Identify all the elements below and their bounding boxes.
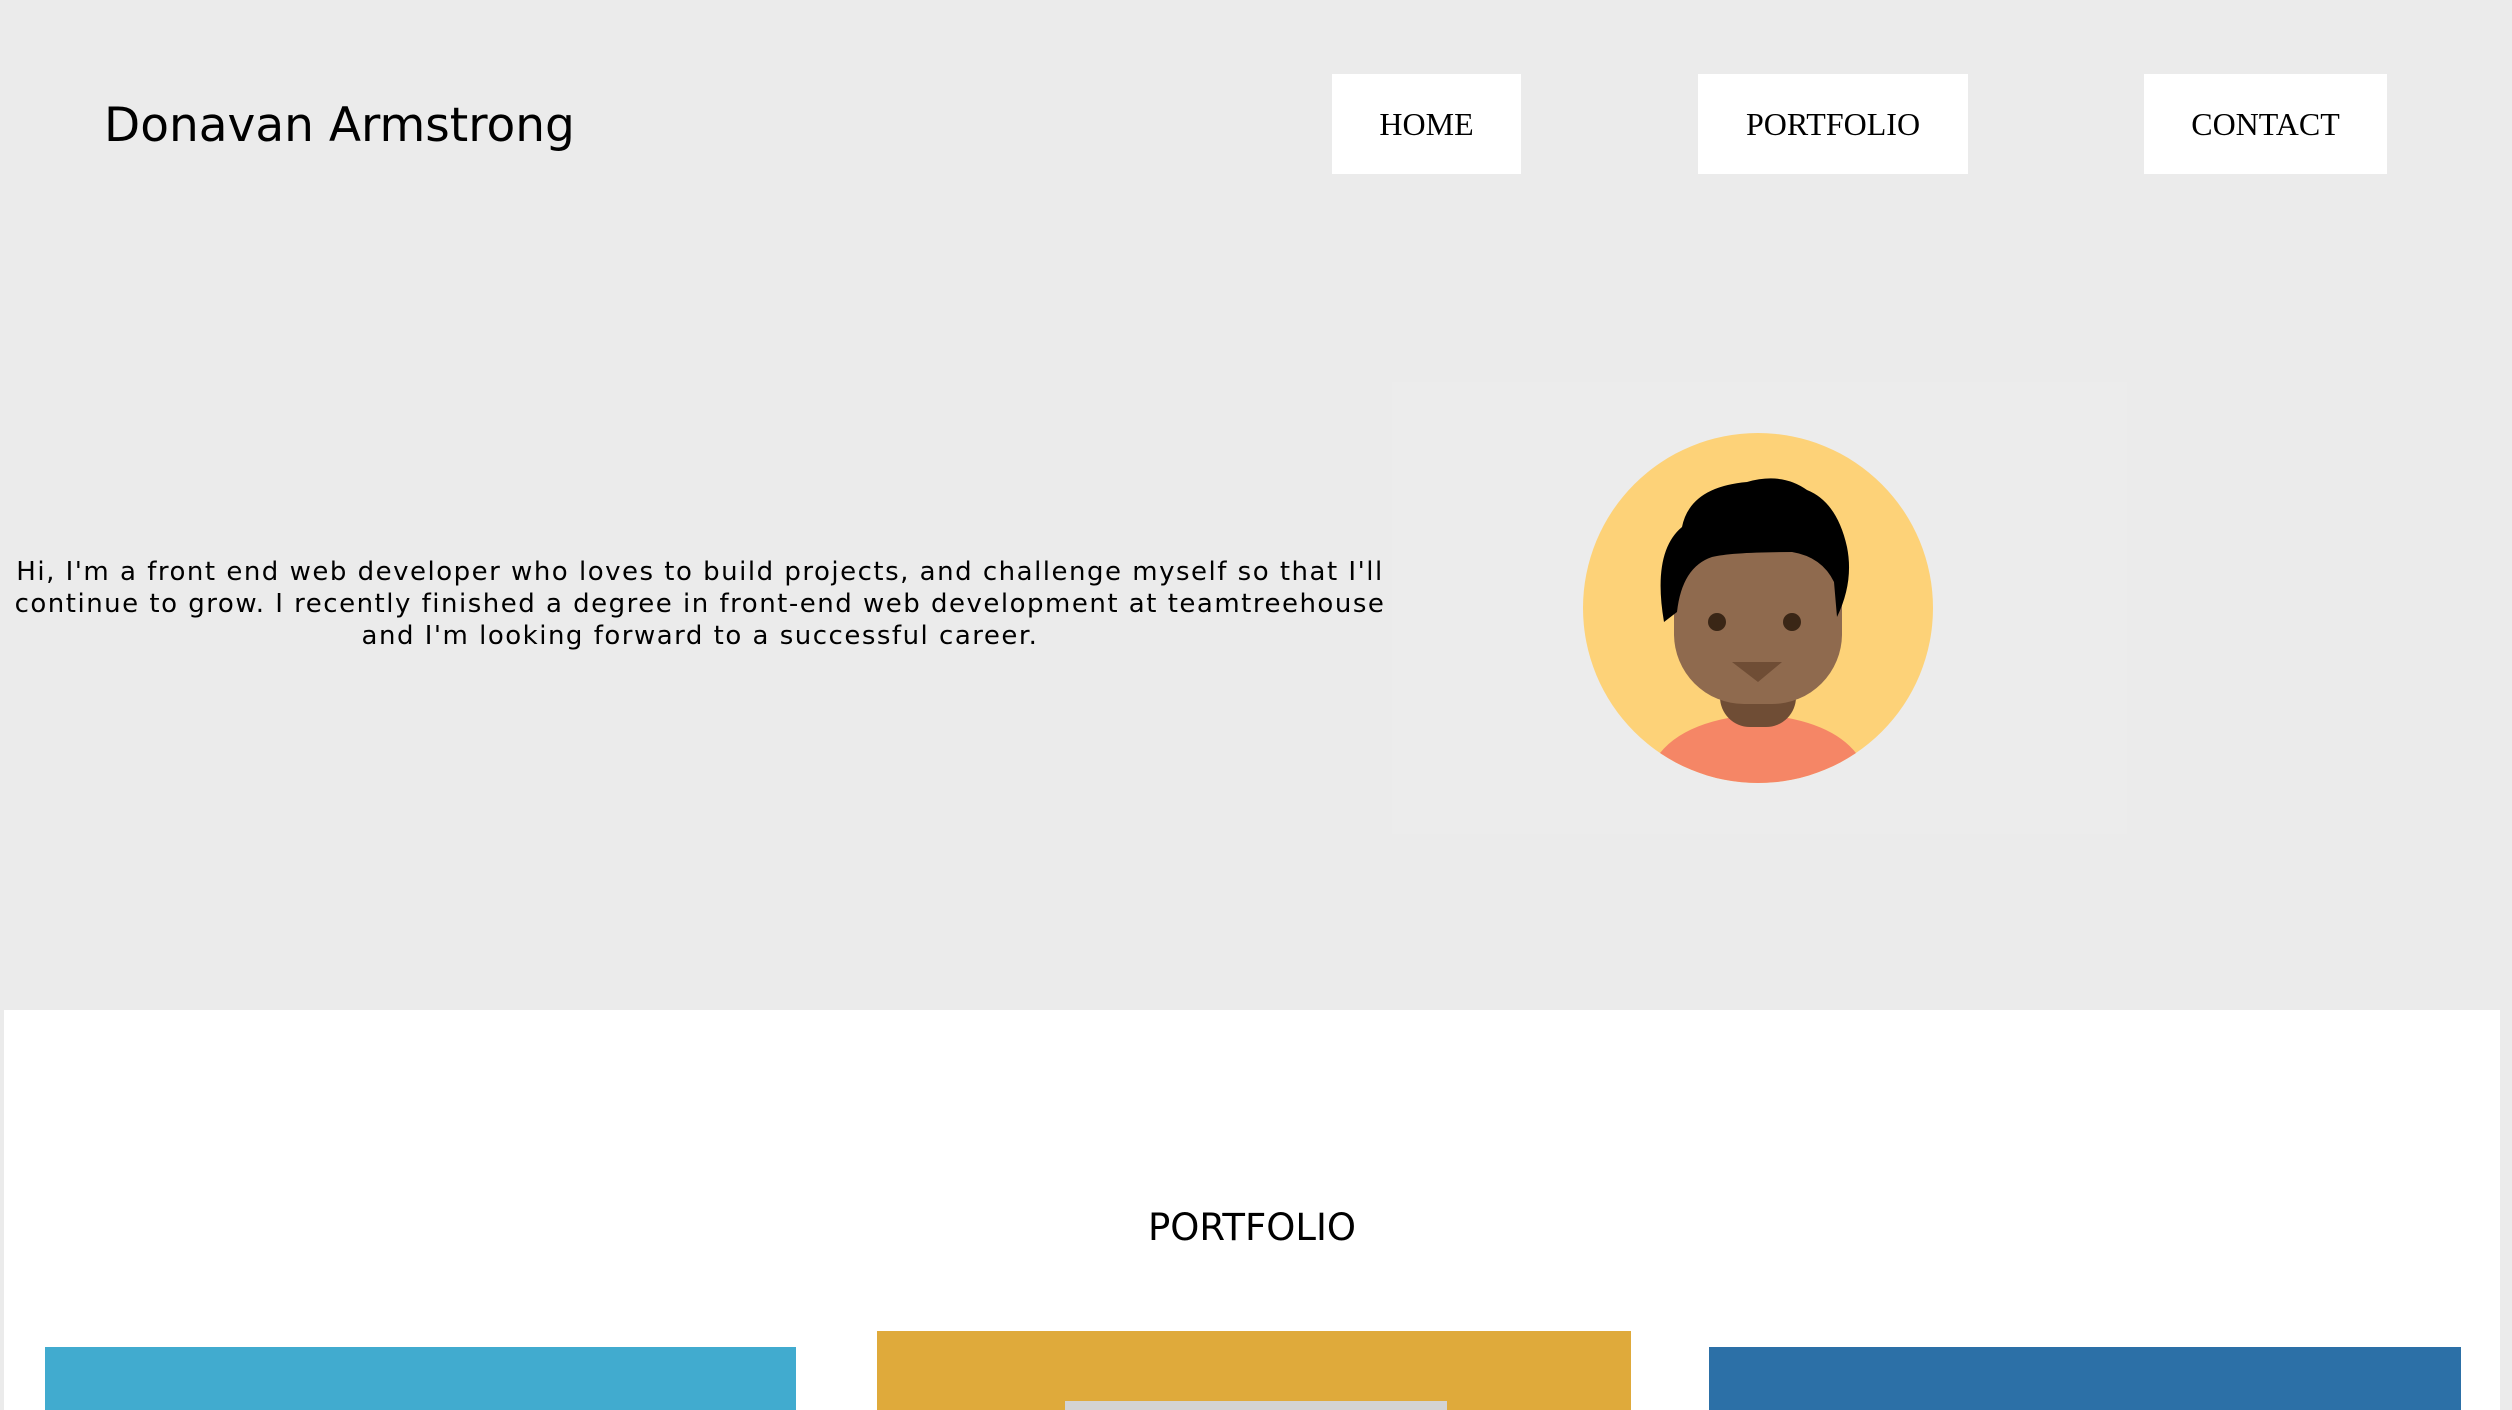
project-card-3[interactable]	[1709, 1347, 2461, 1410]
nav-home-button[interactable]: HOME	[1332, 74, 1521, 174]
project-thumbnail	[1065, 1401, 1447, 1410]
nav-contact-button[interactable]: CONTACT	[2144, 74, 2387, 174]
nav-portfolio-button[interactable]: PORTFOLIO	[1698, 74, 1968, 174]
site-name: Donavan Armstrong	[104, 98, 575, 153]
portfolio-section: PORTFOLIO	[4, 1010, 2500, 1410]
project-card-1[interactable]	[45, 1347, 796, 1410]
intro-text: Hi, I'm a front end web developer who lo…	[14, 557, 1386, 651]
avatar-card	[1392, 382, 2127, 834]
user-avatar-icon	[1583, 433, 1933, 783]
portfolio-title: PORTFOLIO	[1147, 1206, 1357, 1249]
project-card-2[interactable]	[877, 1331, 1631, 1410]
